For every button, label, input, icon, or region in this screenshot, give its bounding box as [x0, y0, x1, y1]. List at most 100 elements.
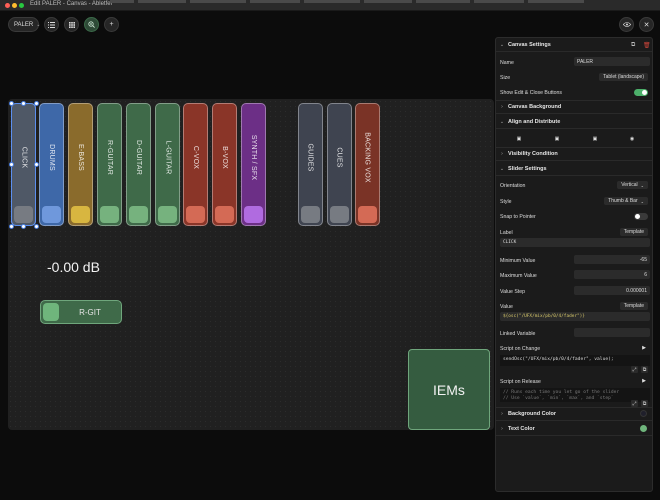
zoom-button[interactable] [84, 17, 99, 32]
browser-tab[interactable] [474, 0, 524, 3]
fader-label-text: E-BASS [77, 143, 85, 171]
window-minimize-icon[interactable] [12, 3, 17, 8]
resize-handle[interactable] [34, 101, 39, 106]
browser-tab[interactable] [250, 0, 300, 3]
min-input[interactable]: -65 [574, 255, 650, 264]
rgit-toggle-button[interactable]: R-GIT [40, 300, 122, 324]
fader-thumb[interactable] [14, 206, 33, 223]
edit-close-toggle[interactable] [634, 89, 648, 96]
resize-handle[interactable] [9, 224, 14, 229]
window-close-icon[interactable] [5, 3, 10, 8]
expand-icon[interactable]: ⤢ [631, 366, 638, 373]
orientation-value: Vertical [621, 182, 638, 188]
fader-slider[interactable]: CLICK [11, 103, 36, 226]
fader-slider[interactable]: B-VOX [212, 103, 237, 226]
step-input[interactable]: 0.000001 [574, 286, 650, 295]
fader-slider[interactable]: SYNTH / SFX [241, 103, 266, 226]
fader-thumb[interactable] [100, 206, 119, 223]
play-icon[interactable]: ▶ [642, 345, 646, 351]
align-center-icon[interactable]: ▣ [553, 136, 561, 142]
fader-thumb[interactable] [71, 206, 90, 223]
browser-tab[interactable] [528, 0, 584, 3]
fader-thumb[interactable] [301, 206, 320, 223]
script-release-editor[interactable]: // Runs each time you let go of the slid… [500, 388, 650, 402]
canvas-settings-header[interactable]: ⌄ Canvas Settings [496, 38, 652, 52]
resize-handle[interactable] [9, 101, 14, 106]
resize-handle[interactable] [34, 224, 39, 229]
close-icon: ✕ [643, 21, 650, 29]
snap-toggle[interactable] [634, 213, 648, 220]
max-input[interactable]: 6 [574, 270, 650, 279]
fader-slider[interactable]: BACKING VOX [355, 103, 380, 226]
trash-icon[interactable]: 🗑 [643, 42, 651, 49]
copy-icon[interactable]: ⧉ [641, 400, 648, 407]
size-select[interactable]: Tablet (landscape) [599, 73, 648, 81]
slider-settings-header[interactable]: ⌄ Slider Settings [496, 162, 652, 176]
duplicate-icon[interactable]: ⧉ [631, 42, 635, 49]
browser-tab[interactable] [138, 0, 186, 3]
linked-variable-input[interactable] [574, 328, 650, 337]
text-color-swatch[interactable] [640, 425, 647, 432]
fader-thumb[interactable] [330, 206, 349, 223]
align-left-icon[interactable]: ▣ [515, 136, 523, 142]
fader-slider[interactable]: C-VOX [183, 103, 208, 226]
list-view-button[interactable] [44, 17, 59, 32]
resize-handle[interactable] [34, 162, 39, 167]
fader-thumb[interactable] [358, 206, 377, 223]
background-color-header[interactable]: › Background Color [496, 407, 652, 421]
orientation-select[interactable]: Vertical ⌄ [617, 181, 648, 189]
background-color-swatch[interactable] [640, 410, 647, 417]
chevron-right-icon: › [501, 151, 503, 157]
fader-label-text: D-GUITAR [135, 139, 143, 175]
distribute-icon[interactable]: ◉ [628, 136, 636, 142]
grid-view-button[interactable] [64, 17, 79, 32]
close-editor-button[interactable]: ✕ [639, 17, 654, 32]
fader-slider[interactable]: GUIDES [298, 103, 323, 226]
resize-handle[interactable] [9, 162, 14, 167]
fader-thumb[interactable] [129, 206, 148, 223]
copy-icon[interactable]: ⧉ [641, 366, 648, 373]
expand-icon[interactable]: ⤢ [631, 400, 638, 407]
browser-tab[interactable] [110, 0, 134, 3]
browser-tab[interactable] [190, 0, 246, 3]
rgit-label: R-GIT [79, 307, 101, 317]
browser-tab[interactable] [304, 0, 360, 3]
fader-slider[interactable]: E-BASS [68, 103, 93, 226]
browser-tab[interactable] [364, 0, 412, 3]
style-select[interactable]: Thumb & Bar ⌄ [604, 197, 648, 205]
fader-slider[interactable]: L-GUITAR [155, 103, 180, 226]
orientation-label: Orientation [500, 183, 526, 189]
fader-slider[interactable]: DRUMS [39, 103, 64, 226]
fader-thumb[interactable] [42, 206, 61, 223]
step-label: Value Step [500, 289, 525, 295]
fader-thumb[interactable] [244, 206, 263, 223]
resize-handle[interactable] [21, 101, 26, 106]
label-input[interactable]: CLICK [500, 238, 650, 247]
fader-label: D-GUITAR [127, 112, 150, 202]
script-change-editor[interactable]: sendOsc("/UFX/mix/pb/0/4/fader", value); [500, 355, 650, 366]
fader-thumb[interactable] [215, 206, 234, 223]
label-mode-select[interactable]: Template [619, 228, 648, 236]
value-expression-input[interactable]: ${osc("/UFX/mix/pb/0/4/fader")} [500, 312, 650, 321]
browser-tab[interactable] [416, 0, 470, 3]
fader-slider[interactable]: D-GUITAR [126, 103, 151, 226]
fader-slider[interactable]: CUES [327, 103, 352, 226]
align-distribute-header[interactable]: ⌄ Align and Distribute [496, 115, 652, 129]
visibility-condition-header[interactable]: › Visibility Condition [496, 147, 652, 161]
fader-slider[interactable]: R-GUITAR [97, 103, 122, 226]
iems-button[interactable]: IEMs [408, 349, 490, 430]
fader-thumb[interactable] [186, 206, 205, 223]
name-input[interactable]: PALER [574, 57, 650, 66]
window-maximize-icon[interactable] [19, 3, 24, 8]
play-icon[interactable]: ▶ [642, 378, 646, 384]
preview-button[interactable] [619, 17, 634, 32]
canvas-background-header[interactable]: › Canvas Background [496, 100, 652, 114]
text-color-header[interactable]: › Text Color [496, 422, 652, 436]
rgit-toggle-knob [43, 303, 59, 321]
resize-handle[interactable] [21, 224, 26, 229]
add-widget-button[interactable]: + [104, 17, 119, 32]
align-right-icon[interactable]: ▣ [591, 136, 599, 142]
value-mode-select[interactable]: Template [619, 302, 648, 310]
project-select[interactable]: PALER ⌄ [8, 17, 40, 32]
fader-thumb[interactable] [158, 206, 177, 223]
